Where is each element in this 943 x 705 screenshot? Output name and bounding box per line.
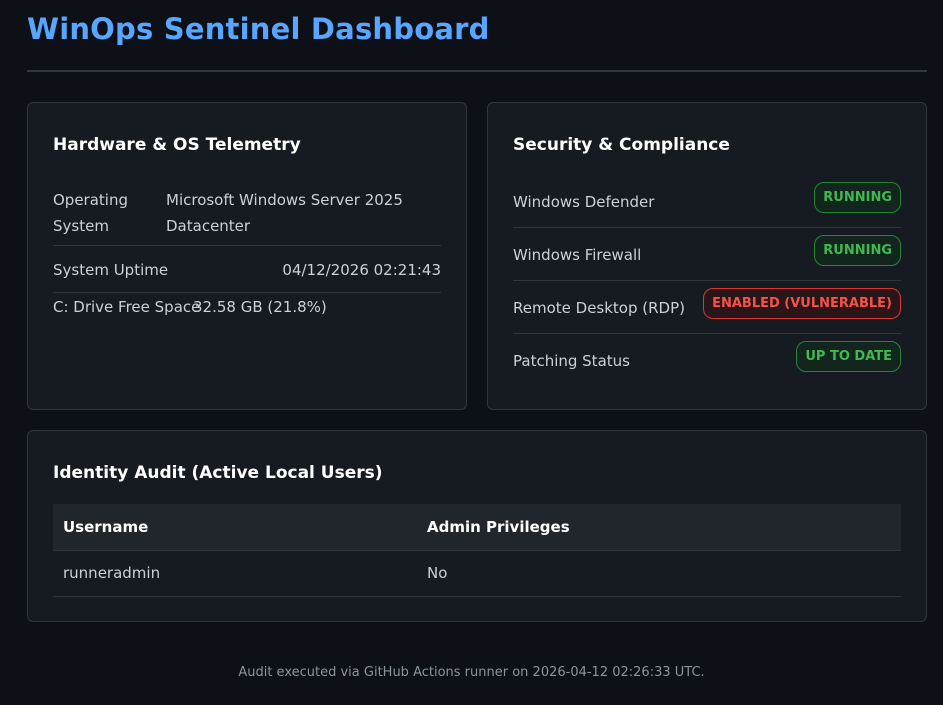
identity-card-title: Identity Audit (Active Local Users): [53, 463, 383, 483]
firewall-row: Windows Firewall RUNNING: [513, 228, 901, 281]
os-row: Operating System Microsoft Windows Serve…: [53, 187, 441, 239]
rdp-label: Remote Desktop (RDP): [513, 299, 685, 317]
table-row: runneradmin No: [53, 550, 901, 597]
defender-row: Windows Defender RUNNING: [513, 175, 901, 228]
status-badge: ENABLED (VULNERABLE): [703, 288, 901, 319]
disk-value: 32.58 GB (21.8%): [193, 298, 327, 316]
column-header-username: Username: [53, 504, 417, 551]
column-header-admin: Admin Privileges: [417, 504, 901, 551]
patching-row: Patching Status UP TO DATE: [513, 334, 901, 387]
identity-card: Identity Audit (Active Local Users) User…: [27, 430, 927, 622]
os-label-line2: System: [53, 217, 109, 235]
os-value-line1: Microsoft Windows Server 2025: [166, 191, 403, 209]
header-divider: [27, 70, 927, 72]
status-badge: RUNNING: [814, 235, 901, 266]
disk-label: C: Drive Free Space: [53, 298, 201, 316]
firewall-label: Windows Firewall: [513, 246, 642, 264]
os-value-line2: Datacenter: [166, 217, 251, 235]
security-card: Security & Compliance Windows Defender R…: [487, 102, 927, 410]
security-card-title: Security & Compliance: [513, 135, 730, 155]
os-label-line1: Operating: [53, 191, 128, 209]
hardware-card: Hardware & OS Telemetry Operating System…: [27, 102, 467, 410]
footer-text: Audit executed via GitHub Actions runner…: [238, 665, 705, 680]
username-cell: runneradmin: [53, 550, 417, 597]
admin-cell: No: [417, 550, 901, 597]
defender-label: Windows Defender: [513, 193, 655, 211]
status-badge: UP TO DATE: [796, 341, 901, 372]
uptime-row: System Uptime 04/12/2026 02:21:43: [53, 261, 441, 283]
table-header-row: Username Admin Privileges: [53, 504, 901, 551]
status-badge: RUNNING: [814, 182, 901, 213]
hw-divider: [53, 292, 441, 293]
hardware-card-title: Hardware & OS Telemetry: [53, 135, 301, 155]
rdp-row: Remote Desktop (RDP) ENABLED (VULNERABLE…: [513, 281, 901, 334]
uptime-label: System Uptime: [53, 261, 169, 279]
page-title: WinOps Sentinel Dashboard: [27, 12, 490, 46]
os-value: Microsoft Windows Server 2025 Datacenter: [166, 187, 403, 239]
uptime-value: 04/12/2026 02:21:43: [282, 261, 441, 279]
hw-divider: [53, 245, 441, 246]
os-label: Operating System: [53, 187, 128, 239]
patching-label: Patching Status: [513, 352, 630, 370]
disk-row: C: Drive Free Space 32.58 GB (21.8%): [53, 298, 441, 320]
users-table: Username Admin Privileges runneradmin No: [53, 504, 901, 597]
dashboard-page: WinOps Sentinel Dashboard Hardware & OS …: [0, 0, 943, 705]
